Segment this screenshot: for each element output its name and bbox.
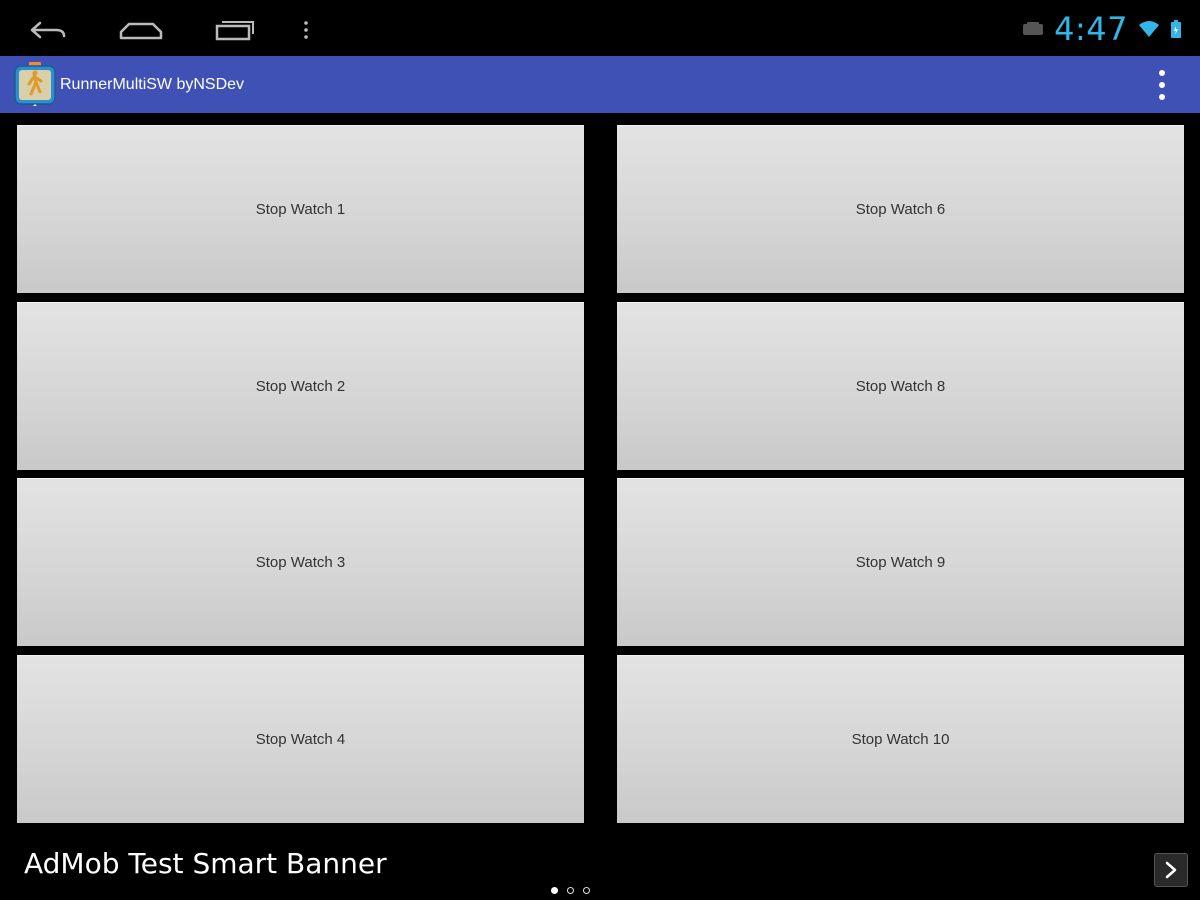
stopwatch-10-button[interactable]: Stop Watch 10 — [617, 655, 1184, 823]
stopwatch-4-button[interactable]: Stop Watch 4 — [17, 655, 584, 823]
status-indicators: 4:47 — [1022, 6, 1182, 52]
overflow-dot-icon — [1159, 94, 1165, 100]
page-dot-active — [551, 887, 558, 894]
stopwatch-1-button[interactable]: Stop Watch 1 — [17, 125, 584, 293]
battery-icon — [1171, 20, 1181, 38]
stopwatch-6-button[interactable]: Stop Watch 6 — [617, 125, 1184, 293]
home-icon — [119, 22, 163, 40]
wifi-icon — [1139, 21, 1159, 37]
action-bar: RunnerMultiSW byNSDev — [0, 56, 1200, 113]
menu-button[interactable] — [296, 10, 316, 50]
ad-banner-text: AdMob Test Smart Banner — [24, 847, 387, 880]
page-dot — [583, 887, 590, 894]
overflow-menu-button[interactable] — [1150, 68, 1174, 102]
app-title: RunnerMultiSW byNSDev — [60, 76, 245, 93]
recent-apps-icon — [215, 21, 254, 41]
ad-page-indicator — [551, 887, 590, 894]
runner-app-icon — [14, 62, 56, 108]
overflow-dot-icon — [1159, 70, 1165, 76]
stopwatch-grid: Stop Watch 1 Stop Watch 2 Stop Watch 3 S… — [0, 113, 1200, 833]
back-button[interactable] — [26, 10, 70, 50]
stopwatch-2-button[interactable]: Stop Watch 2 — [17, 302, 584, 470]
overflow-dot-icon — [1159, 82, 1165, 88]
ad-banner[interactable]: AdMob Test Smart Banner — [0, 833, 1200, 900]
system-status-bar: 4:47 — [0, 0, 1200, 56]
stopwatch-9-button[interactable]: Stop Watch 9 — [617, 478, 1184, 646]
stopwatch-8-button[interactable]: Stop Watch 8 — [617, 302, 1184, 470]
ad-next-button[interactable] — [1154, 853, 1188, 887]
home-button[interactable] — [117, 10, 165, 50]
notification-icon — [1023, 22, 1044, 35]
page-dot — [567, 887, 574, 894]
clock: 4:47 — [1054, 10, 1128, 48]
app-icon[interactable] — [13, 62, 57, 108]
chevron-right-icon — [1165, 861, 1177, 879]
menu-dots-icon — [304, 21, 308, 39]
stopwatch-3-button[interactable]: Stop Watch 3 — [17, 478, 584, 646]
back-icon — [30, 21, 66, 39]
recent-apps-button[interactable] — [212, 10, 258, 50]
